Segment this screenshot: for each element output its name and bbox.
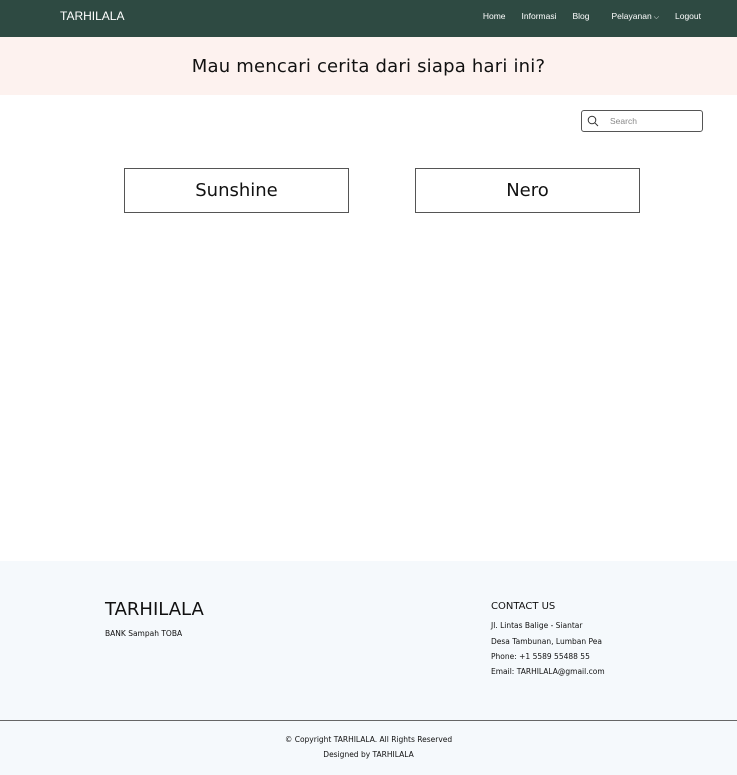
contact-phone: Phone: +1 5589 55488 55 bbox=[491, 652, 590, 661]
contact-title: CONTACT US bbox=[491, 601, 556, 612]
nav-home[interactable]: Home bbox=[483, 11, 506, 22]
page-title: Mau mencari cerita dari siapa hari ini? bbox=[191, 55, 546, 77]
footer: TARHILALA BANK Sampah TOBA CONTACT US Jl… bbox=[0, 561, 737, 775]
contact-email-prefix: Email: bbox=[491, 667, 517, 676]
nav-links: Home Informasi Blog Pelayanan ⌵ Logout bbox=[467, 11, 701, 22]
copyright-text: © Copyright TARHILALA. All Rights Reserv… bbox=[284, 735, 453, 744]
contact-address-line-2: Desa Tambunan, Lumban Pea bbox=[491, 637, 602, 646]
story-card-nero[interactable]: Nero bbox=[415, 168, 640, 213]
nav-blog[interactable]: Blog bbox=[573, 11, 590, 22]
nav-pelayanan-dropdown[interactable]: Pelayanan ⌵ bbox=[612, 11, 659, 22]
nav-logout[interactable]: Logout bbox=[675, 11, 701, 22]
search-icon[interactable] bbox=[582, 111, 604, 131]
contact-address-line-1: Jl. Lintas Balige - Siantar bbox=[491, 621, 583, 630]
designed-by-prefix: Designed by bbox=[323, 750, 373, 759]
story-card-sunshine[interactable]: Sunshine bbox=[124, 168, 349, 213]
footer-brand: TARHILALA bbox=[105, 599, 204, 620]
hero-banner: Mau mencari cerita dari siapa hari ini? bbox=[0, 37, 737, 95]
story-card-label: Nero bbox=[506, 180, 549, 201]
brand-logo[interactable]: TARHILALA bbox=[60, 9, 124, 23]
contact-email-link[interactable]: TARHILALA@gmail.com bbox=[517, 667, 605, 676]
nav-informasi[interactable]: Informasi bbox=[522, 11, 557, 22]
navbar: TARHILALA Home Informasi Blog Pelayanan ⌵… bbox=[0, 0, 737, 37]
footer-subtitle: BANK Sampah TOBA bbox=[105, 629, 183, 638]
designed-by-link[interactable]: TARHILALA bbox=[373, 750, 414, 759]
contact-email: Email: TARHILALA@gmail.com bbox=[491, 667, 605, 676]
nav-pelayanan-label: Pelayanan bbox=[611, 11, 652, 21]
search-box[interactable] bbox=[581, 110, 703, 132]
search-input[interactable] bbox=[604, 112, 700, 130]
story-card-label: Sunshine bbox=[195, 180, 278, 201]
chevron-down-icon: ⌵ bbox=[653, 14, 659, 21]
footer-divider bbox=[0, 720, 737, 721]
designed-by: Designed by TARHILALA bbox=[0, 750, 737, 759]
